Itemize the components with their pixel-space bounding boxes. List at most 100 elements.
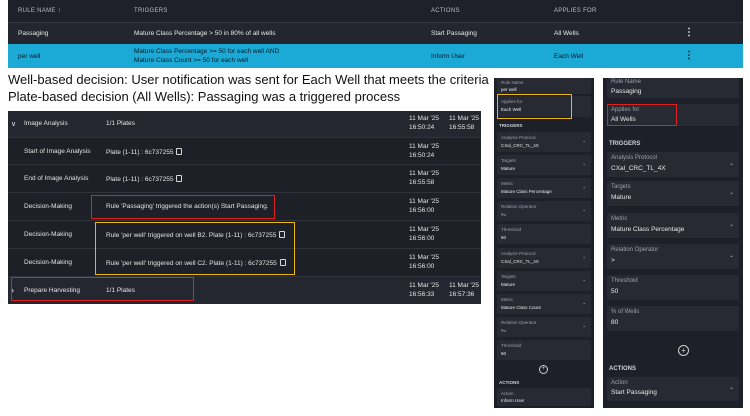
rule-action: Inform User	[431, 53, 465, 60]
action-select[interactable]: Action Start Passaging ⌄	[607, 377, 739, 401]
rule-name: Passaging	[18, 30, 49, 37]
col-actions: ACTIONS	[431, 8, 460, 14]
analysis-protocol-select[interactable]: Analysis Protocol CXal_CRC_TL_4X ⌄	[607, 152, 739, 177]
col-applies-for: APPLIES FOR	[554, 8, 597, 14]
action-select[interactable]: Action Inform User	[497, 388, 591, 406]
caption-line-1: Well-based decision: User notification w…	[8, 72, 489, 87]
highlight-all-wells	[607, 104, 677, 126]
caption-line-2: Plate-based decision (All Wells): Passag…	[8, 89, 401, 104]
start-date: 11 Mar '25	[409, 115, 440, 122]
highlight-per-well-decisions	[95, 222, 295, 275]
kebab-menu-icon[interactable]: ⋮	[684, 28, 694, 38]
start-time: 16:56:00	[409, 263, 435, 270]
rule-triggers: Mature Class Percentage > 50 in 80% of a…	[134, 30, 276, 37]
rule-name: per well	[18, 53, 41, 60]
rules-table: RULE NAME ↑ TRIGGERS ACTIONS APPLIES FOR…	[8, 0, 743, 68]
start-time: 16:55:58	[409, 179, 435, 186]
relation-operator-select[interactable]: Relation Operator > ⌄	[607, 244, 739, 269]
start-date: 11 Mar '25	[409, 170, 440, 177]
analysis-protocol-select[interactable]: Analysis Protocol CXal_CRC_TL_4X ⌄	[497, 248, 591, 268]
row-detail: Plate (1-11) : 6c737255	[106, 148, 183, 156]
row-detail: Plate (1-11) : 6c737255	[106, 175, 183, 183]
rule-editor-passaging: Rule Name Passaging Applies for All Well…	[603, 78, 743, 408]
sort-up-icon: ↑	[57, 8, 61, 14]
dropdown-icon: ⌄	[728, 222, 734, 228]
rule-applies: Each Well	[554, 53, 584, 60]
end-time: 16:57:36	[449, 291, 475, 298]
table-row: End of Image Analysis Plate (1-11) : 6c7…	[8, 165, 481, 193]
dropdown-icon: ⌄	[582, 254, 586, 259]
rule-name-field[interactable]: Rule Name per well	[497, 78, 591, 94]
add-trigger-icon[interactable]: +	[539, 365, 548, 374]
threshold-input[interactable]: Threshold 50	[497, 340, 591, 360]
process-log-table: ∨ Image Analysis 1/1 Plates 11 Mar '25 1…	[8, 111, 481, 304]
actions-heading: ACTIONS	[499, 380, 520, 385]
dropdown-icon: ⌄	[582, 184, 586, 189]
process-row-image-analysis[interactable]: ∨ Image Analysis 1/1 Plates 11 Mar '25 1…	[8, 111, 481, 138]
col-rule-name[interactable]: RULE NAME ↑	[18, 8, 61, 14]
dropdown-icon: ⌄	[582, 323, 586, 328]
dropdown-icon: ⌄	[582, 300, 586, 305]
dropdown-icon: ⌄	[728, 253, 734, 259]
start-date: 11 Mar '25	[409, 282, 440, 289]
start-time: 16:50:24	[409, 124, 435, 131]
relation-operator-select[interactable]: Relation Operator >= ⌄	[497, 317, 591, 337]
dropdown-icon: ⌄	[728, 161, 734, 167]
rules-table-header: RULE NAME ↑ TRIGGERS ACTIONS APPLIES FOR	[8, 0, 743, 22]
rule-triggers: Mature Class Percentage >= 50 for each w…	[134, 48, 280, 55]
actions-heading: ACTIONS	[609, 366, 636, 372]
rule-triggers: Mature Class Count >= 50 for each well	[134, 57, 249, 64]
relation-operator-select[interactable]: Relation Operator >= ⌄	[497, 201, 591, 221]
metric-select[interactable]: Metric Mature Class Percentage ⌄	[607, 213, 739, 238]
threshold-input[interactable]: Threshold 50	[497, 224, 591, 244]
end-date: 11 Mar '25	[449, 115, 480, 122]
row-name: Decision-Making	[24, 259, 73, 266]
start-date: 11 Mar '25	[409, 198, 440, 205]
highlight-each-well	[497, 94, 572, 119]
row-name: Image Analysis	[24, 120, 68, 127]
start-time: 16:56:00	[409, 207, 435, 214]
rule-name-field[interactable]: Rule Name Passaging	[607, 78, 739, 98]
start-time: 16:56:00	[409, 235, 435, 242]
dropdown-icon: ⌄	[728, 190, 734, 196]
targets-select[interactable]: Targets Mature ⌄	[497, 155, 591, 175]
start-time: 16:50:24	[409, 152, 435, 159]
highlight-prepare-harvesting	[11, 277, 194, 301]
dropdown-icon: ⌄	[582, 207, 586, 212]
table-row[interactable]: Passaging Mature Class Percentage > 50 i…	[8, 22, 743, 44]
rule-applies: All Wells	[554, 30, 579, 37]
triggers-heading: TRIGGERS	[499, 123, 523, 128]
dropdown-icon: ⌄	[582, 161, 586, 166]
row-name: Decision-Making	[24, 203, 73, 210]
rule-editor-per-well: Rule Name per well Applies for Each Well…	[494, 78, 594, 408]
table-row[interactable]: per well Mature Class Percentage >= 50 f…	[8, 44, 743, 68]
kebab-menu-icon[interactable]: ⋮	[684, 51, 694, 61]
dropdown-icon: ⌄	[728, 385, 734, 391]
table-row: Start of Image Analysis Plate (1-11) : 6…	[8, 138, 481, 165]
end-date: 11 Mar '25	[449, 282, 480, 289]
row-name: Decision-Making	[24, 231, 73, 238]
copy-icon[interactable]	[176, 148, 183, 155]
metric-select[interactable]: Metric Mature Class Count ⌄	[497, 294, 591, 314]
add-trigger-icon[interactable]: +	[678, 345, 689, 356]
start-time: 16:56:33	[409, 291, 435, 298]
row-name: Start of Image Analysis	[24, 148, 91, 155]
dropdown-icon: ⌄	[582, 138, 586, 143]
start-date: 11 Mar '25	[409, 254, 440, 261]
highlight-passaging-decision	[91, 195, 275, 219]
dropdown-icon: ⌄	[582, 277, 586, 282]
percent-of-wells-input[interactable]: % of Wells 80	[607, 306, 739, 331]
copy-icon[interactable]	[176, 175, 183, 182]
row-detail: 1/1 Plates	[106, 120, 135, 127]
analysis-protocol-select[interactable]: Analysis Protocol CXal_CRC_TL_4X ⌄	[497, 132, 591, 152]
chevron-down-icon[interactable]: ∨	[11, 120, 16, 128]
start-date: 11 Mar '25	[409, 143, 440, 150]
col-triggers: TRIGGERS	[134, 8, 168, 14]
row-name: End of Image Analysis	[24, 175, 89, 182]
threshold-input[interactable]: Threshold 50	[607, 275, 739, 300]
rule-action: Start Passaging	[431, 30, 477, 37]
targets-select[interactable]: Targets Mature ⌄	[607, 181, 739, 206]
metric-select[interactable]: Metric Mature Class Percentage ⌄	[497, 178, 591, 198]
triggers-heading: TRIGGERS	[609, 141, 641, 147]
targets-select[interactable]: Targets Mature ⌄	[497, 271, 591, 291]
